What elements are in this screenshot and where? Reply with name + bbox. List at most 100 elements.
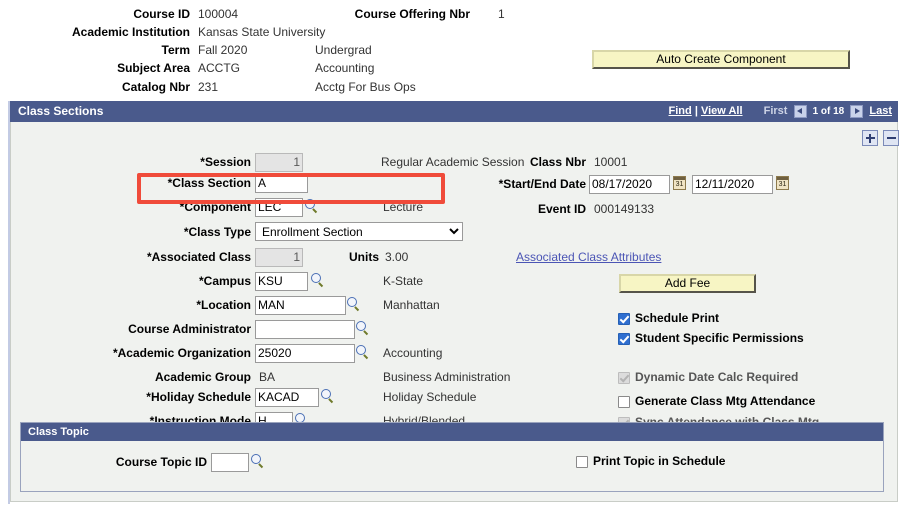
nav-separator: | (694, 105, 698, 117)
course-offering-nbr-label: Course Offering Nbr (354, 7, 470, 21)
holiday-schedule-lookup-icon[interactable] (320, 389, 335, 404)
schedule-print-label: Schedule Print (635, 311, 720, 325)
end-date-input[interactable]: 12/11/2020 (692, 175, 773, 194)
course-topic-id-lookup-icon[interactable] (250, 454, 265, 469)
location-lookup-icon[interactable] (346, 297, 361, 312)
student-specific-permissions-checkbox[interactable] (618, 332, 630, 345)
units-label: Units (349, 250, 379, 264)
schedule-print-checkbox[interactable] (618, 312, 630, 325)
class-sections-panel: Class Sections Find | View All First 1 o… (8, 101, 899, 504)
row-count: 1 of 18 (812, 106, 845, 117)
associated-class-attributes-link[interactable]: Associated Class Attributes (516, 250, 661, 264)
academic-organization-label: *Academic Organization (112, 346, 251, 360)
term-value: Fall 2020 (198, 43, 248, 57)
component-input[interactable]: LEC (255, 198, 303, 217)
course-administrator-input[interactable] (255, 320, 355, 339)
generate-class-mtg-attendance-label: Generate Class Mtg Attendance (635, 394, 816, 408)
component-label: *Component (179, 200, 251, 214)
academic-institution-label: Academic Institution (71, 25, 190, 39)
term-description: Undergrad (315, 43, 372, 57)
generate-class-mtg-attendance-checkbox[interactable] (618, 395, 630, 408)
add-fee-button[interactable]: Add Fee (619, 274, 756, 293)
academic-group-label: Academic Group (154, 370, 251, 384)
class-section-input[interactable]: A (255, 174, 308, 193)
course-topic-id-label: Course Topic ID (115, 455, 207, 469)
associated-class-input: 1 (255, 248, 303, 267)
catalog-nbr-value: 231 (198, 80, 219, 94)
campus-description: K-State (383, 274, 424, 288)
location-label: *Location (196, 298, 251, 312)
session-input: 1 (255, 153, 303, 172)
component-lookup-icon[interactable] (304, 199, 319, 214)
holiday-schedule-description: Holiday Schedule (383, 390, 477, 404)
class-topic-title: Class Topic (21, 423, 883, 441)
component-description: Lecture (383, 200, 424, 214)
previous-row-icon[interactable] (793, 104, 807, 118)
class-nbr-value: 10001 (594, 155, 628, 169)
delete-row-button[interactable] (883, 130, 899, 146)
campus-input[interactable]: KSU (255, 272, 308, 291)
session-label: *Session (200, 155, 251, 169)
academic-organization-lookup-icon[interactable] (355, 345, 370, 360)
academic-organization-input[interactable]: 25020 (255, 344, 355, 363)
location-description: Manhattan (383, 298, 440, 312)
units-value: 3.00 (385, 250, 409, 264)
catalog-nbr-description: Acctg For Bus Ops (315, 80, 416, 94)
academic-institution-value: Kansas State University (198, 25, 326, 39)
student-specific-permissions-label: Student Specific Permissions (635, 331, 804, 345)
start-date-calendar-icon[interactable] (673, 176, 686, 190)
student-specific-permissions-checkbox-row[interactable]: Student Specific Permissions (618, 331, 804, 345)
start-date-input[interactable]: 08/17/2020 (589, 175, 670, 194)
find-link[interactable]: Find (669, 105, 692, 117)
holiday-schedule-input[interactable]: KACAD (255, 388, 319, 407)
course-summary-block: Course ID 100004 Academic Institution Ka… (0, 0, 920, 100)
campus-lookup-icon[interactable] (310, 273, 325, 288)
class-type-label: *Class Type (183, 225, 251, 239)
view-all-link[interactable]: View All (701, 105, 743, 117)
print-topic-in-schedule-checkbox[interactable] (576, 455, 588, 468)
course-administrator-label: Course Administrator (128, 322, 251, 336)
academic-organization-description: Accounting (383, 346, 443, 360)
location-input[interactable]: MAN (255, 296, 346, 315)
schedule-print-checkbox-row[interactable]: Schedule Print (618, 311, 719, 325)
dynamic-date-calc-required-checkbox-row: Dynamic Date Calc Required (618, 370, 798, 384)
associated-class-label: *Associated Class (146, 250, 251, 264)
course-id-label: Course ID (133, 7, 190, 21)
academic-group-value: BA (259, 370, 276, 384)
print-topic-in-schedule-checkbox-row[interactable]: Print Topic in Schedule (576, 454, 725, 468)
class-topic-panel: Class Topic Course Topic ID Print Topic … (20, 422, 884, 492)
class-sections-body: *Session 1 Regular Academic Session *Cla… (10, 122, 899, 502)
holiday-schedule-label: *Holiday Schedule (146, 390, 251, 404)
print-topic-in-schedule-label: Print Topic in Schedule (593, 454, 726, 468)
course-id-value: 100004 (198, 7, 239, 21)
catalog-nbr-label: Catalog Nbr (121, 80, 190, 94)
class-type-select[interactable]: Enrollment Section (255, 222, 463, 241)
subject-area-value: ACCTG (198, 61, 240, 75)
class-section-label: *Class Section (167, 176, 251, 190)
class-sections-title: Class Sections (18, 104, 104, 118)
course-administrator-lookup-icon[interactable] (355, 321, 370, 336)
campus-label: *Campus (198, 274, 251, 288)
event-id-label: Event ID (537, 202, 586, 216)
class-sections-header: Class Sections Find | View All First 1 o… (10, 101, 898, 122)
add-row-button[interactable] (862, 130, 878, 146)
class-sections-navigation: Find | View All First 1 of 18 Last (669, 101, 892, 122)
next-row-icon[interactable] (850, 104, 864, 118)
dynamic-date-calc-required-label: Dynamic Date Calc Required (635, 370, 799, 384)
dynamic-date-calc-required-checkbox (618, 371, 630, 384)
course-offering-nbr-value: 1 (498, 7, 505, 21)
academic-group-description: Business Administration (383, 370, 511, 384)
class-topic-body: Course Topic ID Print Topic in Schedule (21, 441, 883, 491)
auto-create-component-button[interactable]: Auto Create Component (592, 50, 850, 69)
generate-class-mtg-attendance-checkbox-row[interactable]: Generate Class Mtg Attendance (618, 394, 815, 408)
term-label: Term (161, 43, 190, 57)
subject-area-description: Accounting (315, 61, 375, 75)
course-topic-id-input[interactable] (211, 453, 249, 472)
start-end-date-label: *Start/End Date (498, 177, 586, 191)
end-date-calendar-icon[interactable] (776, 176, 789, 190)
last-link[interactable]: Last (869, 105, 892, 117)
event-id-value: 000149133 (594, 202, 655, 216)
subject-area-label: Subject Area (117, 61, 190, 75)
class-nbr-label: Class Nbr (529, 155, 586, 169)
first-label[interactable]: First (764, 105, 788, 117)
